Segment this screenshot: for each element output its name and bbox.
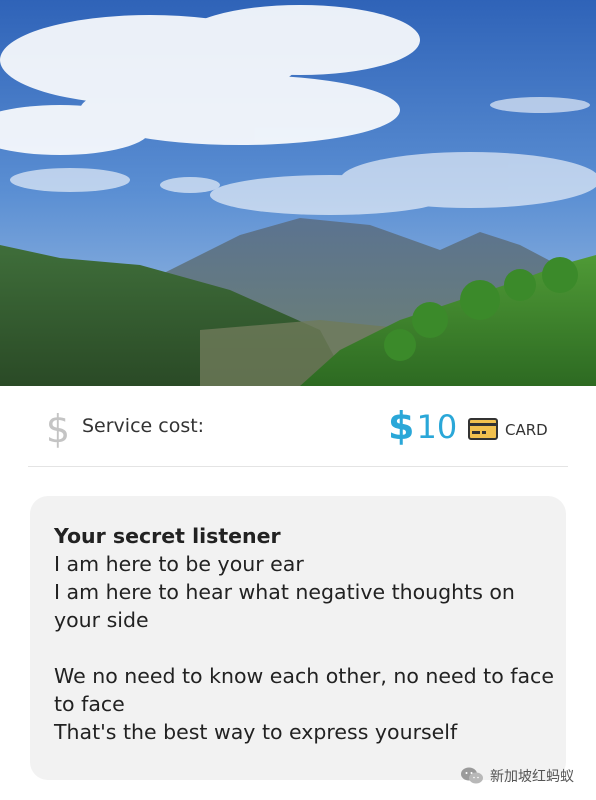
message-body: Your secret listener I am here to be you…	[54, 522, 554, 746]
service-cost-row: $ Service cost: $ 10 CARD	[0, 386, 596, 468]
message-line: I am here to hear what negative thoughts…	[54, 580, 515, 604]
message-line: your side	[54, 608, 149, 632]
hero-landscape-image	[0, 0, 596, 386]
watermark-text: 新加坡红蚂蚁	[490, 769, 574, 785]
service-cost-label: Service cost:	[82, 415, 205, 437]
message-line: We no need to know each other, no need t…	[54, 664, 554, 688]
message-title: Your secret listener	[54, 524, 281, 548]
watermark: 新加坡红蚂蚁	[460, 764, 574, 788]
dollar-icon: $	[45, 407, 71, 451]
wechat-icon	[461, 767, 483, 784]
payment-method-label: CARD	[505, 421, 548, 439]
divider	[28, 466, 568, 467]
message-spacer	[54, 634, 554, 662]
message-card: Your secret listener I am here to be you…	[30, 496, 566, 780]
message-line: That's the best way to express yourself	[54, 720, 458, 744]
price: $ 10	[388, 402, 457, 452]
message-line: to face	[54, 692, 125, 716]
credit-card-icon	[468, 418, 498, 440]
message-line: I am here to be your ear	[54, 552, 304, 576]
price-value: 10	[416, 408, 458, 446]
price-currency-symbol: $	[388, 404, 415, 448]
